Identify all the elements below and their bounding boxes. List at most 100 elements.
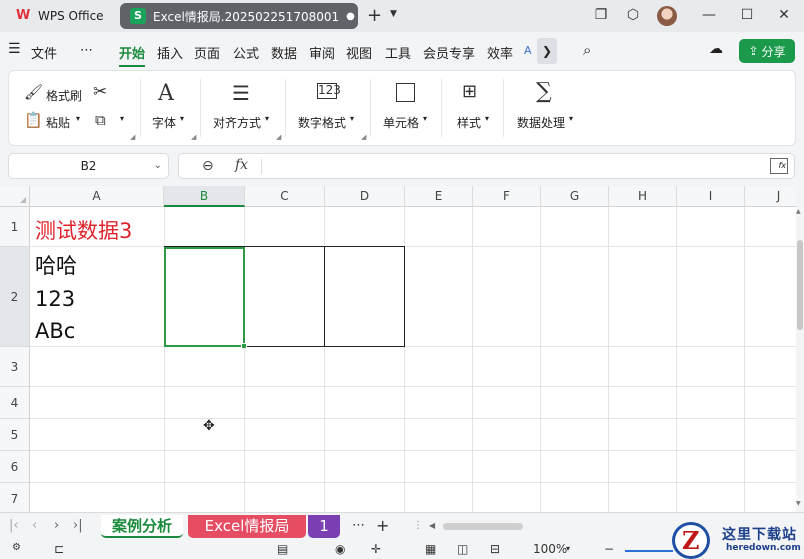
cell-c2[interactable] xyxy=(244,246,325,347)
unsaved-dot-icon[interactable]: ● xyxy=(346,11,355,22)
cell-a1[interactable]: 测试数据3 xyxy=(35,215,132,245)
column-header[interactable]: H xyxy=(609,186,677,207)
font-icon[interactable]: A xyxy=(158,81,174,106)
menu-review[interactable]: 审阅 xyxy=(309,43,335,62)
cell-b2-selection[interactable] xyxy=(164,247,245,347)
macro-icon[interactable]: ⚙ xyxy=(12,542,21,553)
fill-handle[interactable] xyxy=(241,343,247,349)
cell-label[interactable]: 单元格 xyxy=(383,114,419,131)
row-header[interactable]: 7 xyxy=(0,483,30,512)
avatar[interactable] xyxy=(657,6,677,26)
normal-view-icon[interactable]: ▦ xyxy=(425,542,436,556)
align-label[interactable]: 对齐方式 xyxy=(213,114,261,131)
hamburger-icon[interactable]: ☰ xyxy=(8,41,21,57)
first-sheet-icon[interactable]: |‹ xyxy=(9,518,19,533)
menu-page[interactable]: 页面 xyxy=(194,43,220,62)
sheet-tab-1[interactable]: 1 xyxy=(308,515,340,538)
number-format-label[interactable]: 数字格式 xyxy=(298,114,346,131)
scroll-down-icon[interactable]: ▼ xyxy=(796,500,801,507)
sum-icon[interactable]: ∑ xyxy=(536,79,552,104)
chevron-down-icon[interactable]: ▼ xyxy=(390,9,397,19)
zoom-level[interactable]: 100% xyxy=(533,542,567,556)
copy-icon[interactable]: ⧉ xyxy=(95,111,106,129)
menu-member[interactable]: 会员专享 xyxy=(423,43,475,62)
new-tab-button[interactable]: + xyxy=(367,5,382,26)
paste-label[interactable]: 粘贴 xyxy=(46,114,70,131)
row-header[interactable]: 2 xyxy=(0,247,30,347)
menu-tools[interactable]: 工具 xyxy=(385,43,411,62)
menu-formula[interactable]: 公式 xyxy=(233,43,259,62)
maximize-button[interactable]: ☐ xyxy=(738,7,756,23)
doc-stat-icon[interactable]: ▤ xyxy=(277,542,288,556)
vertical-scrollbar[interactable]: ▲ ▼ xyxy=(796,186,804,512)
horizontal-scroll-thumb[interactable] xyxy=(443,523,523,530)
ai-icon[interactable]: A xyxy=(524,44,532,57)
column-header[interactable]: D xyxy=(325,186,405,207)
menu-efficiency[interactable]: 效率 xyxy=(487,43,513,62)
chevron-down-icon[interactable]: ⌄ xyxy=(154,154,162,178)
crosshair-icon[interactable]: ✛ xyxy=(371,542,381,556)
zoom-slider[interactable] xyxy=(625,550,673,552)
font-label[interactable]: 字体 xyxy=(152,114,176,131)
page-layout-icon[interactable]: ◫ xyxy=(457,542,468,556)
column-header[interactable]: A xyxy=(30,186,164,207)
align-icon[interactable]: ☰ xyxy=(232,81,250,105)
font-expand-icon[interactable]: ◢ xyxy=(191,133,196,141)
wps-home-tab[interactable]: W WPS Office xyxy=(6,3,114,29)
cloud-sync-icon[interactable]: ☁ xyxy=(709,41,723,57)
column-header[interactable]: E xyxy=(405,186,473,207)
cell-icon[interactable] xyxy=(396,83,415,102)
menu-view[interactable]: 视图 xyxy=(346,43,372,62)
chevron-down-icon[interactable]: ▾ xyxy=(265,114,269,123)
fx-icon[interactable]: fx xyxy=(235,157,248,173)
column-header[interactable]: C xyxy=(245,186,325,207)
next-sheet-icon[interactable]: › xyxy=(54,518,59,533)
scissors-icon[interactable]: ✂ xyxy=(93,82,107,102)
spreadsheet-grid[interactable]: A B C D E F G H I J 1 2 3 4 5 6 7 测试数据3 … xyxy=(0,186,796,512)
scroll-up-icon[interactable]: ▲ xyxy=(796,208,801,215)
sheet-list-icon[interactable]: ⊏ xyxy=(54,542,64,556)
prev-sheet-icon[interactable]: ‹ xyxy=(32,518,37,533)
column-header[interactable]: I xyxy=(677,186,745,207)
paste-icon[interactable]: 📋 xyxy=(24,111,43,129)
sheet-tab-excel-bureau[interactable]: Excel情报局 xyxy=(188,515,306,538)
chevron-down-icon[interactable]: ▾ xyxy=(423,114,427,123)
number-expand-icon[interactable]: ◢ xyxy=(361,133,366,141)
chevron-down-icon[interactable]: ▾ xyxy=(569,114,573,123)
document-tab[interactable]: S Excel情报局.202502251708001 ● xyxy=(120,3,358,29)
tab-splitter[interactable]: ⋮ xyxy=(413,520,423,531)
row-header[interactable]: 6 xyxy=(0,451,30,483)
last-sheet-icon[interactable]: ›| xyxy=(73,518,83,533)
formula-expand-icon[interactable]: fx xyxy=(770,158,788,174)
chevron-down-icon[interactable]: ▾ xyxy=(180,114,184,123)
format-painter-label[interactable]: 格式刷 xyxy=(46,87,82,104)
column-header[interactable]: J xyxy=(745,186,796,207)
style-label[interactable]: 样式 xyxy=(457,114,481,131)
row-header[interactable]: 4 xyxy=(0,387,30,419)
menu-insert[interactable]: 插入 xyxy=(157,43,183,62)
sheet-tab-case-analysis[interactable]: 案例分析 xyxy=(101,515,183,538)
chevron-down-icon[interactable]: ▾ xyxy=(566,544,570,553)
row-header[interactable]: 3 xyxy=(0,347,30,387)
close-button[interactable]: ✕ xyxy=(775,7,793,23)
menu-data[interactable]: 数据 xyxy=(271,43,297,62)
share-button[interactable]: ⇪ 分享 xyxy=(739,39,795,63)
zoom-icon[interactable]: ⊖ xyxy=(202,158,214,174)
column-header[interactable]: F xyxy=(473,186,541,207)
clipboard-expand-icon[interactable]: ◢ xyxy=(130,133,135,141)
chevron-down-icon[interactable]: ▾ xyxy=(120,114,124,123)
chevron-down-icon[interactable]: ▾ xyxy=(485,114,489,123)
format-painter-icon[interactable]: 🖌 xyxy=(24,83,43,101)
chevron-down-icon[interactable]: ▾ xyxy=(76,114,80,123)
page-break-icon[interactable]: ⊟ xyxy=(490,542,500,556)
eye-icon[interactable]: ◉ xyxy=(335,542,345,556)
data-process-label[interactable]: 数据处理 xyxy=(517,114,565,131)
align-expand-icon[interactable]: ◢ xyxy=(276,133,281,141)
restore-icon[interactable]: ❐ xyxy=(592,7,610,23)
chevron-right-icon[interactable]: ❯ xyxy=(537,38,557,64)
row-header[interactable]: 5 xyxy=(0,419,30,451)
menu-more[interactable]: ⋯ xyxy=(80,43,93,58)
column-header[interactable]: G xyxy=(541,186,609,207)
scroll-left-icon[interactable]: ◀ xyxy=(429,521,435,530)
zoom-out-icon[interactable]: − xyxy=(604,542,614,556)
